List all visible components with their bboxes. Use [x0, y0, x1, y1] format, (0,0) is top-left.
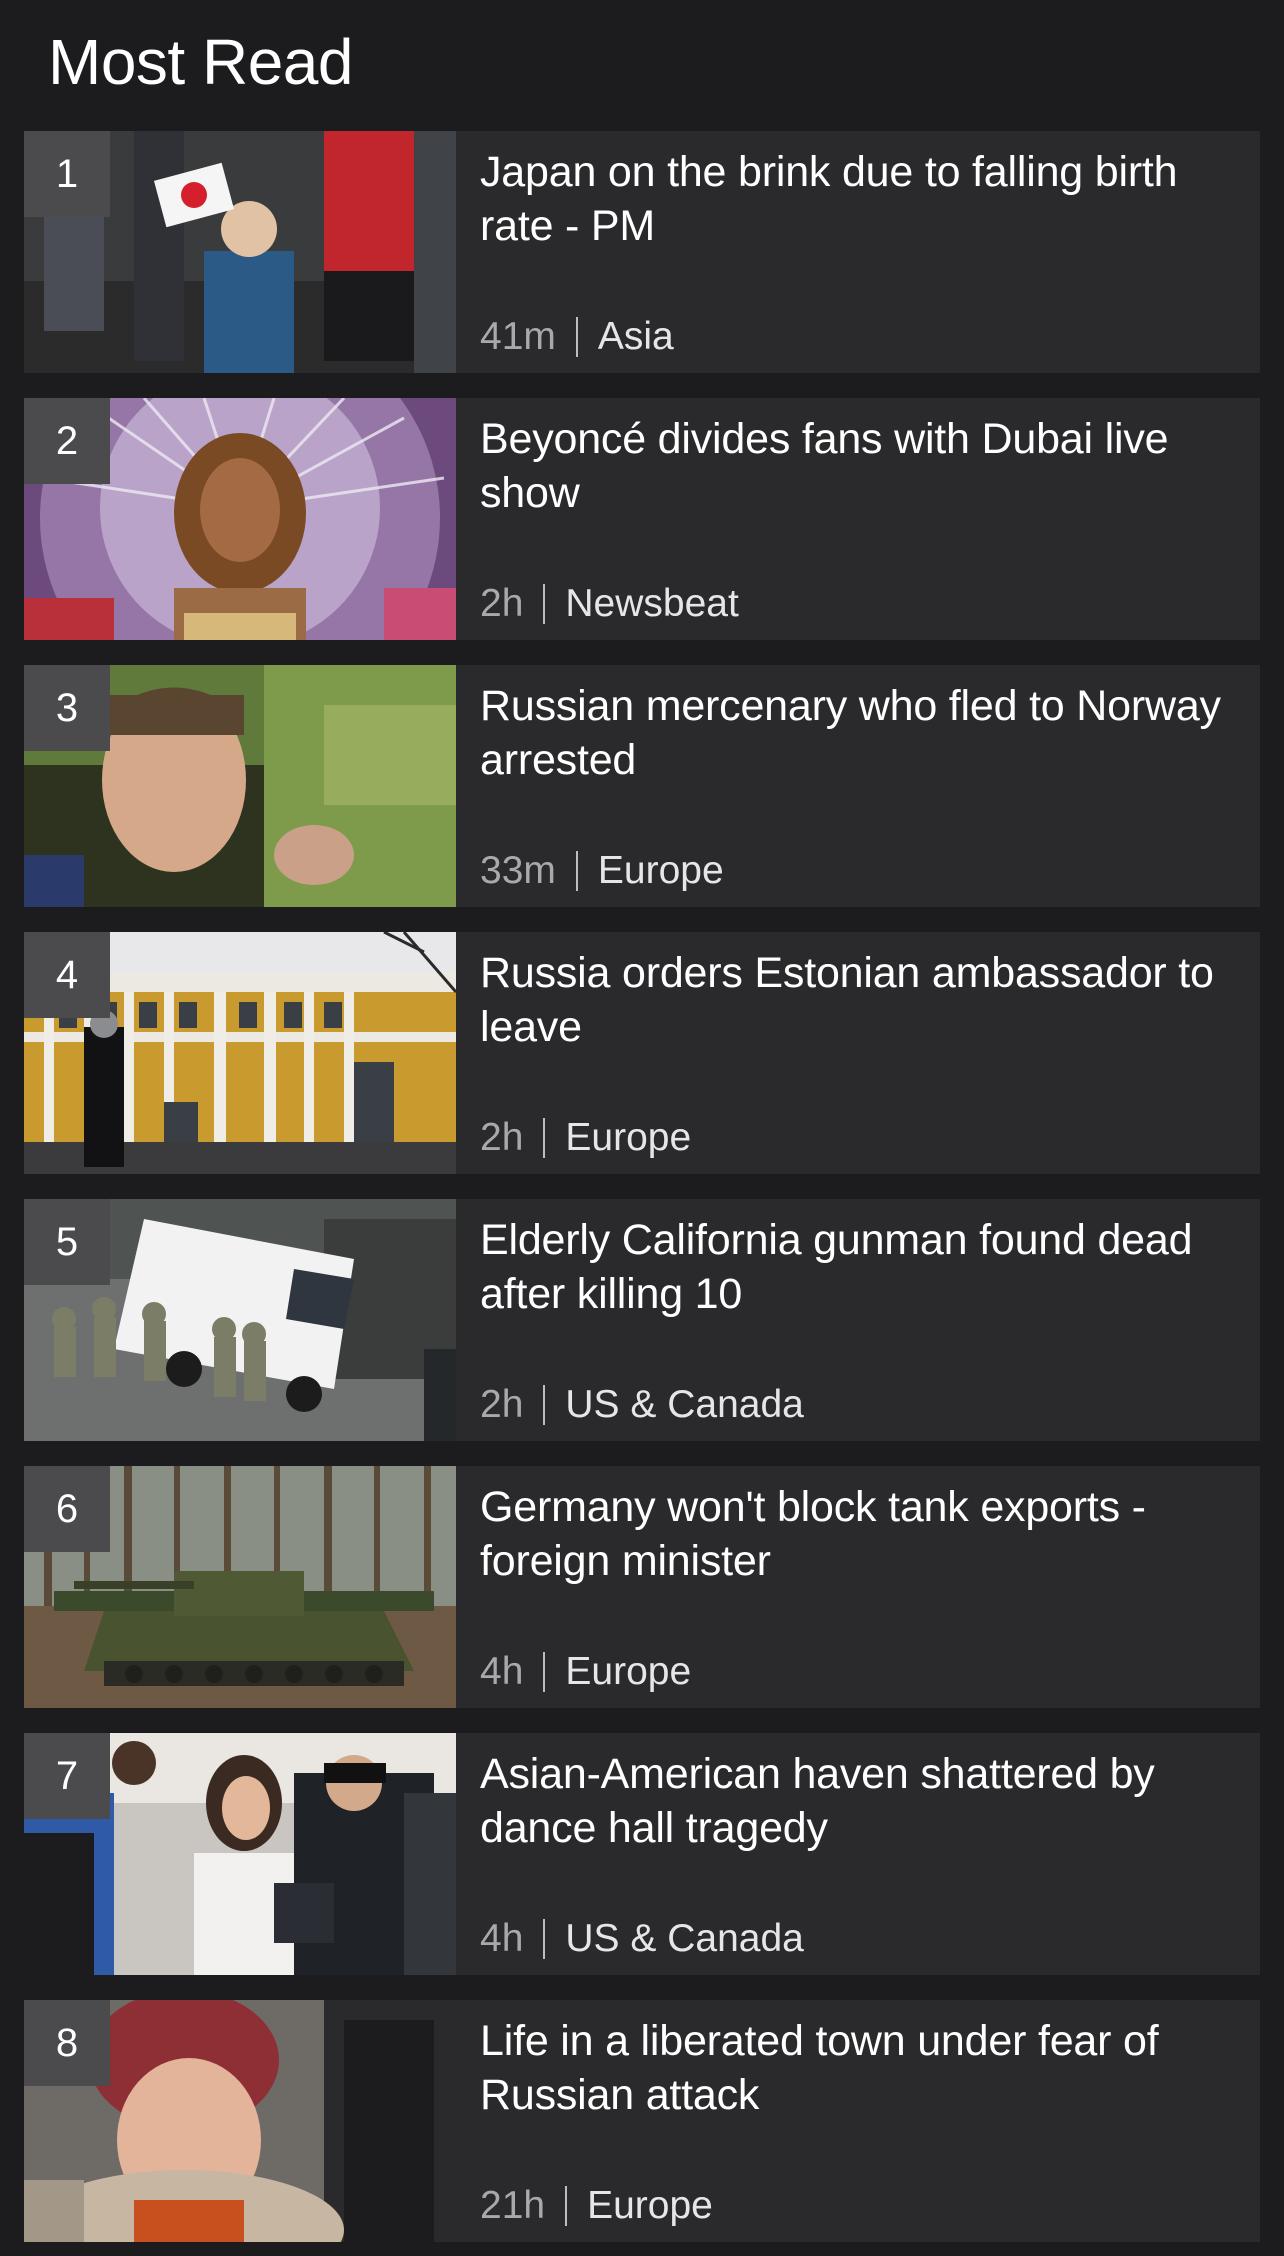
article-thumbnail[interactable]: 5: [24, 1199, 456, 1441]
article-meta: 33m Europe: [480, 847, 724, 895]
article-time: 2h: [480, 1116, 524, 1159]
article-text: Life in a liberated town under fear of R…: [456, 2000, 1260, 2242]
rank-badge: 8: [24, 2000, 110, 2086]
article-headline[interactable]: Germany won't block tank exports - forei…: [480, 1480, 1240, 1588]
article-item-5[interactable]: 5 Elderly California gunman found dead a…: [24, 1199, 1260, 1441]
article-time: 33m: [480, 849, 556, 892]
rank-badge: 7: [24, 1733, 110, 1819]
meta-divider: [575, 317, 578, 357]
article-meta: 4h Europe: [480, 1648, 691, 1696]
article-time: 41m: [480, 315, 556, 358]
article-item-1[interactable]: 1 Japan on the brink due to falling birt…: [24, 131, 1260, 373]
article-thumbnail[interactable]: 1: [24, 131, 456, 373]
article-headline[interactable]: Russia orders Estonian ambassador to lea…: [480, 946, 1240, 1054]
article-meta: 2h US & Canada: [480, 1381, 804, 1429]
rank-badge: 4: [24, 932, 110, 1018]
article-time: 4h: [480, 1917, 524, 1960]
article-item-6[interactable]: 6 Germany won't block tank exports - for…: [24, 1466, 1260, 1708]
rank-badge: 3: [24, 665, 110, 751]
article-text: Beyoncé divides fans with Dubai live sho…: [456, 398, 1260, 640]
article-item-3[interactable]: 3 Russian mercenary who fled to Norway a…: [24, 665, 1260, 907]
rank-badge: 6: [24, 1466, 110, 1552]
meta-divider: [543, 1385, 546, 1425]
most-read-page: Most Read 1 Japan on the brink due to fa…: [0, 0, 1284, 2256]
article-thumbnail[interactable]: 3: [24, 665, 456, 907]
meta-divider: [565, 2186, 568, 2226]
article-section-link[interactable]: Europe: [565, 1114, 691, 1162]
article-thumbnail[interactable]: 2: [24, 398, 456, 640]
article-headline[interactable]: Japan on the brink due to falling birth …: [480, 145, 1240, 253]
article-item-4[interactable]: 4 Russia orders Estonian ambassador to l…: [24, 932, 1260, 1174]
article-text: Elderly California gunman found dead aft…: [456, 1199, 1260, 1441]
article-text: Japan on the brink due to falling birth …: [456, 131, 1260, 373]
article-text: Russian mercenary who fled to Norway arr…: [456, 665, 1260, 907]
article-section-link[interactable]: Europe: [598, 847, 724, 895]
article-item-7[interactable]: 7 Asian-American haven shattered by danc…: [24, 1733, 1260, 1975]
article-headline[interactable]: Beyoncé divides fans with Dubai live sho…: [480, 412, 1240, 520]
meta-divider: [543, 1919, 546, 1959]
article-headline[interactable]: Asian-American haven shattered by dance …: [480, 1747, 1240, 1855]
article-section-link[interactable]: Asia: [598, 313, 674, 361]
article-headline[interactable]: Elderly California gunman found dead aft…: [480, 1213, 1240, 1321]
article-section-link[interactable]: Europe: [565, 1648, 691, 1696]
meta-divider: [543, 1118, 546, 1158]
section-header: Most Read: [48, 12, 353, 112]
article-item-8[interactable]: 8 Life in a liberated town under fear of…: [24, 2000, 1260, 2242]
rank-badge: 5: [24, 1199, 110, 1285]
article-text: Germany won't block tank exports - forei…: [456, 1466, 1260, 1708]
article-time: 21h: [480, 2184, 546, 2227]
article-text: Russia orders Estonian ambassador to lea…: [456, 932, 1260, 1174]
article-text: Asian-American haven shattered by dance …: [456, 1733, 1260, 1975]
article-time: 2h: [480, 1383, 524, 1426]
article-list: 1 Japan on the brink due to falling birt…: [24, 131, 1260, 2242]
article-section-link[interactable]: Europe: [587, 2182, 713, 2230]
article-meta: 21h Europe: [480, 2182, 713, 2230]
article-section-link[interactable]: US & Canada: [565, 1915, 803, 1963]
article-thumbnail[interactable]: 6: [24, 1466, 456, 1708]
article-headline[interactable]: Russian mercenary who fled to Norway arr…: [480, 679, 1240, 787]
page-title: Most Read: [48, 26, 353, 98]
article-time: 2h: [480, 582, 524, 625]
meta-divider: [575, 851, 578, 891]
article-item-2[interactable]: 2 Beyoncé divides fans with Dubai live s…: [24, 398, 1260, 640]
meta-divider: [543, 1652, 546, 1692]
article-meta: 2h Europe: [480, 1114, 691, 1162]
article-thumbnail[interactable]: 4: [24, 932, 456, 1174]
meta-divider: [543, 584, 546, 624]
article-meta: 41m Asia: [480, 313, 674, 361]
article-headline[interactable]: Life in a liberated town under fear of R…: [480, 2014, 1240, 2122]
article-thumbnail[interactable]: 8: [24, 2000, 456, 2242]
article-section-link[interactable]: Newsbeat: [565, 580, 738, 628]
article-section-link[interactable]: US & Canada: [565, 1381, 803, 1429]
rank-badge: 2: [24, 398, 110, 484]
article-meta: 4h US & Canada: [480, 1915, 804, 1963]
article-thumbnail[interactable]: 7: [24, 1733, 456, 1975]
article-time: 4h: [480, 1650, 524, 1693]
article-meta: 2h Newsbeat: [480, 580, 739, 628]
rank-badge: 1: [24, 131, 110, 217]
